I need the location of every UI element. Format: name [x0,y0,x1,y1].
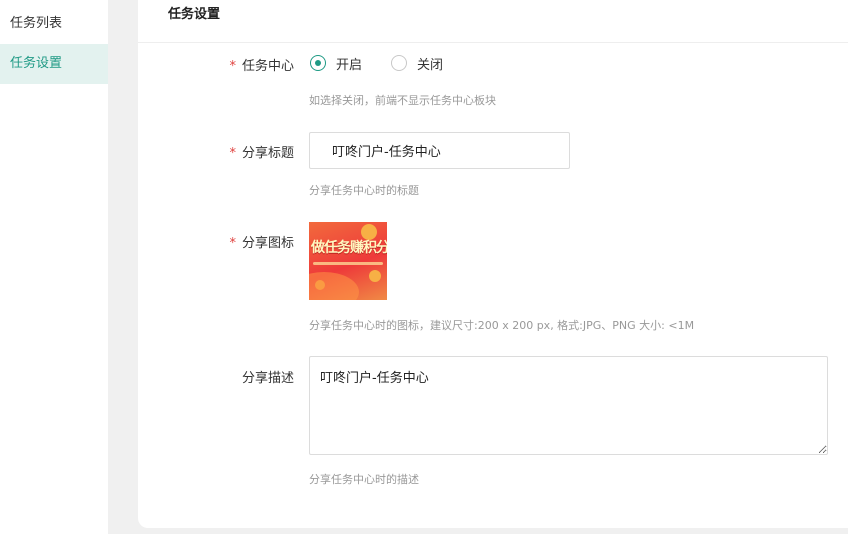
share-icon-image[interactable]: 做任务赚积分 [309,222,387,300]
share-icon-image-subline [313,262,383,265]
decor-shape [309,272,359,300]
share-title-tip: 分享任务中心时的标题 [309,184,419,197]
share-desc-textarea[interactable]: 叮咚门户-任务中心 [309,356,828,455]
required-mark: * [229,59,236,74]
task-center-on-radio[interactable]: 开启 [310,52,362,74]
share-title-input[interactable] [309,132,570,169]
required-mark: * [229,236,236,251]
radio-label-off: 关闭 [417,57,444,73]
panel-title: 任务设置 [138,0,848,43]
share-desc-tip: 分享任务中心时的描述 [309,473,419,486]
task-center-label-text: 任务中心 [241,59,294,74]
share-title-label-text: 分享标题 [241,146,294,161]
share-icon-label-text: 分享图标 [241,236,294,251]
radio-unchecked-icon [391,55,407,71]
radio-label-on: 开启 [336,57,363,73]
sidebar: 任务列表 任务设置 [0,0,108,534]
task-center-tip: 如选择关闭，前端不显示任务中心板块 [309,94,496,107]
task-center-label: * 任务中心 [138,55,294,74]
sidebar-item-task-list[interactable]: 任务列表 [0,0,108,44]
share-icon-image-text: 做任务赚积分 [311,240,387,256]
coin-icon [369,270,381,282]
required-mark: * [229,146,236,161]
share-icon-tip: 分享任务中心时的图标，建议尺寸:200 x 200 px, 格式:JPG、PNG… [309,319,695,332]
share-icon-label: * 分享图标 [138,232,294,251]
share-desc-label: 分享描述 [241,371,294,386]
task-center-off-radio[interactable]: 关闭 [391,52,443,74]
sidebar-item-task-settings[interactable]: 任务设置 [0,44,108,84]
settings-panel: 任务设置 * 任务中心 开启 关闭 如选择关闭，前端不显示任务中心板块 * 分享标题… [138,0,848,528]
share-title-label: * 分享标题 [138,142,294,161]
radio-checked-icon [310,55,326,71]
